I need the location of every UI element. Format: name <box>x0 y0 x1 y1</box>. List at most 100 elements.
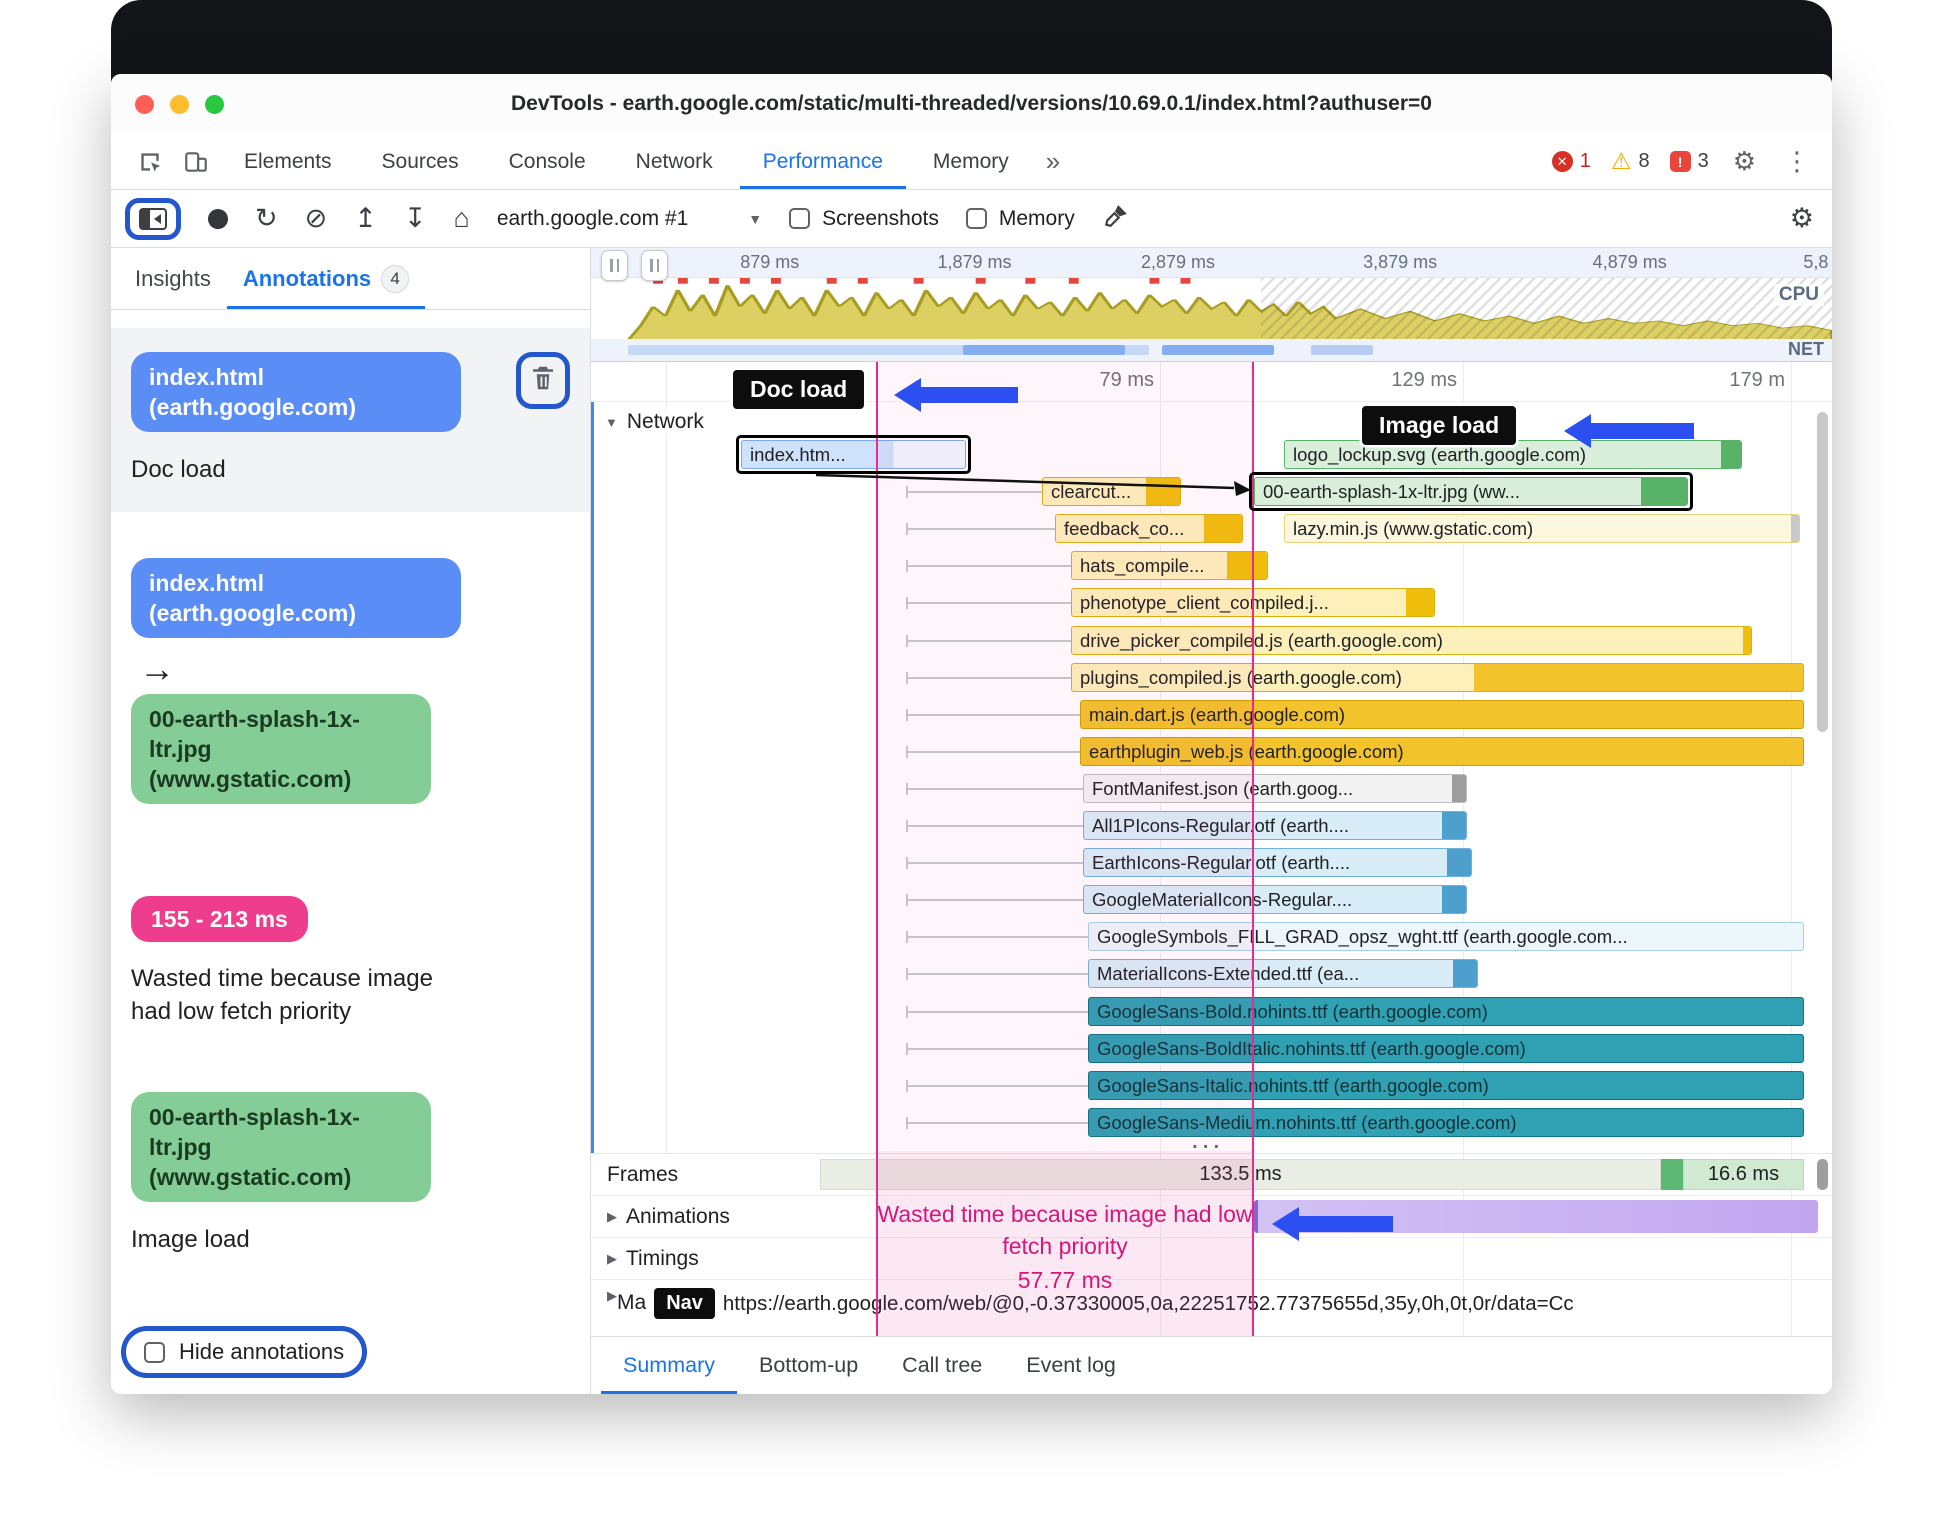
timeline-overview[interactable]: 879 ms 1,879 ms 2,879 ms 3,879 ms 4,879 ms 5,… <box>591 248 1832 362</box>
annotation-card-image-load[interactable]: 00-earth-splash-1x-ltr.jpg (www.gstatic.… <box>111 1092 590 1254</box>
zoom-window-right-handle[interactable] <box>641 250 668 281</box>
download-profile-icon[interactable]: ↧ <box>404 205 427 232</box>
annotation-label: Doc load <box>131 456 226 483</box>
tab-event-log[interactable]: Event log <box>1004 1337 1138 1394</box>
network-request-bar[interactable]: phenotype_client_compiled.j... <box>1071 588 1435 617</box>
network-request-bar[interactable]: GoogleSans-Bold.nohints.ttf (earth.googl… <box>1088 997 1804 1026</box>
network-request-bar[interactable]: feedback_co... <box>1055 514 1243 543</box>
upload-profile-icon[interactable]: ↥ <box>354 205 377 232</box>
close-window-button[interactable] <box>135 94 154 114</box>
request-whisker <box>906 894 1083 906</box>
tab-call-tree[interactable]: Call tree <box>880 1337 1004 1394</box>
annotation-pill[interactable]: index.html (earth.google.com) <box>131 352 461 432</box>
kebab-menu-icon[interactable]: ⋮ <box>1780 146 1814 177</box>
request-label: All1PIcons-Regular.otf (earth.... <box>1092 814 1350 836</box>
frames-track-header[interactable]: Frames <box>591 1163 678 1187</box>
tab-performance[interactable]: Performance <box>740 134 906 189</box>
memory-checkbox[interactable] <box>965 208 987 229</box>
network-request-bar[interactable]: earthplugin_web.js (earth.google.com) <box>1080 737 1804 766</box>
frame-duration-bar[interactable]: 16.6 ms <box>1683 1159 1804 1190</box>
network-overflow-indicator[interactable]: ... <box>1191 1123 1223 1153</box>
record-button[interactable] <box>208 208 228 229</box>
network-request-bar[interactable]: drive_picker_compiled.js (earth.google.c… <box>1071 626 1752 655</box>
network-request-bar[interactable]: GoogleMaterialIcons-Regular.... <box>1083 885 1467 914</box>
trash-icon[interactable] <box>528 362 558 399</box>
reload-record-icon[interactable]: ↻ <box>255 205 278 232</box>
frames-track[interactable]: Frames 133.5 ms 16.6 ms <box>591 1154 1832 1196</box>
device-toolbar-icon[interactable] <box>175 142 217 182</box>
minimize-window-button[interactable] <box>170 94 189 114</box>
network-request-bar[interactable]: clearcut... <box>1042 477 1181 506</box>
image-load-annotation-label[interactable]: Image load <box>1362 406 1517 445</box>
request-whisker <box>906 931 1088 943</box>
annotation-card-doc-load[interactable]: index.html (earth.google.com) Doc load <box>111 328 590 512</box>
request-whisker <box>906 1117 1088 1129</box>
warning-count[interactable]: ⚠ 8 <box>1611 150 1650 173</box>
network-request-bar[interactable]: plugins_compiled.js (earth.google.com) <box>1071 663 1804 692</box>
settings-gear-icon[interactable]: ⚙ <box>1729 146 1760 177</box>
tab-summary[interactable]: Summary <box>601 1337 737 1394</box>
frame-duration-value: 16.6 ms <box>1707 1163 1780 1185</box>
annotation-pill[interactable]: 00-earth-splash-1x-ltr.jpg (www.gstatic.… <box>131 694 431 804</box>
garbage-collect-icon[interactable] <box>1102 203 1130 234</box>
screenshots-checkbox[interactable] <box>789 208 811 229</box>
tab-annotations[interactable]: Annotations 4 <box>227 248 425 309</box>
network-track[interactable]: ▼ Network index.htm... logo_lockup.svg (e… <box>591 402 1832 1154</box>
grid-time-label: 79 ms <box>1099 369 1154 391</box>
issues-count[interactable]: ! 3 <box>1669 150 1709 173</box>
network-request-bar[interactable]: GoogleSans-Italic.nohints.ttf (earth.goo… <box>1088 1071 1804 1100</box>
network-scrollbar-thumb[interactable] <box>1817 412 1828 732</box>
nav-marker-badge[interactable]: Nav <box>654 1288 715 1319</box>
live-metrics-home-icon[interactable]: ⌂ <box>454 205 470 232</box>
annotation-pill[interactable]: 00-earth-splash-1x-ltr.jpg (www.gstatic.… <box>131 1092 431 1202</box>
chevron-down-icon: ▼ <box>748 210 763 227</box>
annotation-card-link[interactable]: index.html (earth.google.com) → 00-earth… <box>111 558 590 804</box>
network-request-bar[interactable]: main.dart.js (earth.google.com) <box>1080 700 1804 729</box>
animations-track-header[interactable]: ▶ Animations <box>591 1205 730 1229</box>
tab-bottom-up[interactable]: Bottom-up <box>737 1337 880 1394</box>
more-tabs-icon[interactable]: » <box>1036 146 1070 177</box>
tab-memory[interactable]: Memory <box>910 134 1032 189</box>
zoom-window-button[interactable] <box>205 94 224 114</box>
tab-network[interactable]: Network <box>613 134 736 189</box>
target-selector[interactable]: earth.google.com #1 ▼ <box>497 207 762 231</box>
hide-annotations-checkbox[interactable] <box>144 1341 165 1363</box>
tab-sources[interactable]: Sources <box>359 134 482 189</box>
annotation-card-time-range[interactable]: 155 - 213 ms Wasted time because image h… <box>111 896 590 1028</box>
error-count[interactable]: ✕ 1 <box>1551 150 1591 173</box>
main-track-header[interactable]: ▶ <box>591 1288 617 1304</box>
network-request-bar[interactable]: All1PIcons-Regular.otf (earth.... <box>1083 811 1467 840</box>
timings-track-header[interactable]: ▶ Timings <box>591 1247 699 1271</box>
network-request-bar[interactable]: GoogleSymbols_FILL_GRAD_opsz_wght.ttf (e… <box>1088 922 1804 951</box>
request-label: clearcut... <box>1051 480 1132 502</box>
network-track-header[interactable]: ▼ Network <box>605 410 712 434</box>
inspect-element-icon[interactable] <box>129 142 171 182</box>
network-request-bar[interactable]: GoogleSans-BoldItalic.nohints.ttf (earth… <box>1088 1034 1804 1063</box>
frame-duration-bar[interactable]: 133.5 ms <box>820 1159 1661 1190</box>
link-arrow-icon: → <box>139 648 175 689</box>
network-request-bar[interactable]: EarthIcons-Regular.otf (earth.... <box>1083 848 1472 877</box>
annotation-pill[interactable]: index.html (earth.google.com) <box>131 558 461 638</box>
network-request-bar[interactable]: hats_compile... <box>1071 551 1268 580</box>
tab-insights[interactable]: Insights <box>119 248 227 309</box>
annotations-count-badge: 4 <box>381 264 410 293</box>
time-range-pill[interactable]: 155 - 213 ms <box>131 896 308 942</box>
network-request-bar[interactable]: lazy.min.js (www.gstatic.com) <box>1284 514 1800 543</box>
request-label: FontManifest.json (earth.goog... <box>1092 777 1354 799</box>
frames-scrollbar-thumb[interactable] <box>1817 1159 1828 1190</box>
doc-load-annotation-label[interactable]: Doc load <box>733 370 865 409</box>
network-request-bar[interactable]: FontManifest.json (earth.goog... <box>1083 774 1467 803</box>
sidebar-toggle-highlight <box>125 197 181 240</box>
tab-console[interactable]: Console <box>486 134 609 189</box>
network-request-bar[interactable]: MaterialIcons-Extended.ttf (ea... <box>1088 959 1478 988</box>
wasted-time-annotation[interactable]: Wasted time because image had low fetch … <box>876 1198 1254 1296</box>
request-label: GoogleSans-Bold.nohints.ttf (earth.googl… <box>1097 1000 1488 1022</box>
frame-segment[interactable] <box>1661 1159 1683 1190</box>
zoom-window-left-handle[interactable] <box>601 250 628 281</box>
tab-elements[interactable]: Elements <box>221 134 355 189</box>
clear-icon[interactable]: ⊘ <box>305 205 328 232</box>
request-tail-segment <box>1146 478 1180 505</box>
show-sidebar-icon[interactable] <box>139 207 167 230</box>
net-track-tag: NET <box>1788 339 1824 359</box>
capture-settings-gear-icon[interactable]: ⚙ <box>1786 205 1818 232</box>
